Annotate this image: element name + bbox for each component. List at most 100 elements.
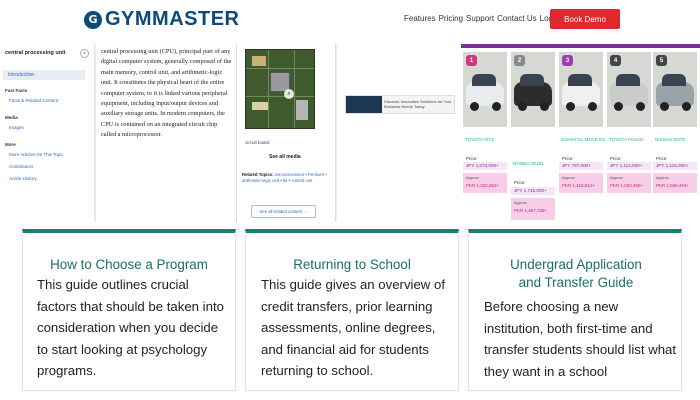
price-label: Price: xyxy=(610,156,622,161)
approx-price: PKR 1,118,614+ xyxy=(562,183,595,188)
car-window xyxy=(568,74,592,86)
ad-panel: Discover Innovative Solutions for Your B… xyxy=(337,44,461,222)
sidebar-item-contributors[interactable]: Contributors xyxy=(9,164,34,169)
listings-top-bar xyxy=(461,44,700,48)
sidebar-heading-media: Media xyxy=(5,115,18,120)
approx-label: Approx xyxy=(610,175,623,180)
rank-badge: 2 xyxy=(514,55,525,66)
board-component xyxy=(252,56,266,66)
approx-label: Approx xyxy=(514,200,527,205)
car-window xyxy=(662,74,686,86)
car-price: JPY 1,115,000+ xyxy=(653,162,697,170)
logo-icon: G xyxy=(84,10,102,29)
sidebar-item-facts[interactable]: Facts & Related Content xyxy=(9,98,58,103)
board-trace xyxy=(246,68,314,69)
zoom-icon[interactable]: ⌕ xyxy=(284,89,294,99)
price-label: Price: xyxy=(466,156,478,161)
logo-text: GYMMASTER xyxy=(105,8,240,30)
card-title[interactable]: How to Choose a Program xyxy=(23,256,235,274)
car-wheel xyxy=(470,102,479,111)
car-window xyxy=(472,74,496,86)
car-price: JPY 1,073,000+ xyxy=(463,162,507,170)
circuit-board-image[interactable]: ⌕ xyxy=(245,49,315,129)
approx-label: Approx xyxy=(466,175,479,180)
board-trace xyxy=(246,96,314,97)
approx-label: Approx xyxy=(656,175,669,180)
rank-badge: 3 xyxy=(562,55,573,66)
book-demo-button[interactable]: Book Demo xyxy=(550,9,620,29)
car-wheel xyxy=(540,102,549,111)
nav-link-features[interactable]: Features xyxy=(404,14,436,23)
approx-box: Approx PKR 1,118,614+ xyxy=(559,173,603,193)
approx-box: Approx PKR 1,565,484+ xyxy=(653,173,697,193)
sidebar-item-more-articles[interactable]: More Articles On This Topic xyxy=(9,152,64,157)
card-title[interactable]: Returning to School xyxy=(246,256,458,274)
sidebar-item-introduction[interactable]: Introduction xyxy=(3,70,85,80)
car-price: JPY 1,114,000+ xyxy=(607,162,651,170)
approx-box: Approx PKR 1,467,728+ xyxy=(511,198,555,220)
nav-link-contact[interactable]: Contact Us xyxy=(497,14,537,23)
car-wheel xyxy=(588,102,597,111)
image-caption: circuit board xyxy=(245,140,270,145)
price-label: Price: xyxy=(562,156,574,161)
car-price: JPY 797,000+ xyxy=(559,162,603,170)
car-wheel xyxy=(518,102,527,111)
approx-price: PKR 1,467,728+ xyxy=(514,208,548,213)
car-window xyxy=(520,74,544,86)
approx-price: PKR 1,563,496+ xyxy=(610,183,644,188)
sidebar-item-images[interactable]: Images xyxy=(9,125,24,130)
close-icon[interactable]: × xyxy=(80,49,89,58)
car-name[interactable]: HONDA VEZEL xyxy=(513,161,545,166)
car-name[interactable]: TOYOTA PASSO xyxy=(609,137,643,142)
guide-card-transfer-guide[interactable]: Undergrad Application and Transfer Guide… xyxy=(468,229,682,391)
related-topics: Related Topics: microprocessor • Pentium… xyxy=(242,172,336,184)
car-wheel xyxy=(660,102,669,111)
article-paragraph: central processing unit (CPU), principal… xyxy=(101,48,232,139)
related-topics-label: Related Topics: xyxy=(242,172,274,177)
article-body: central processing unit (CPU), principal… xyxy=(96,44,236,222)
guide-card-returning-to-school[interactable]: Returning to School This guide gives an … xyxy=(245,229,459,391)
guide-card-choose-program[interactable]: How to Choose a Program This guide outli… xyxy=(22,229,236,391)
ad-text: Discover Innovative Solutions for Your B… xyxy=(384,99,452,109)
ad-image xyxy=(346,96,382,113)
card-description: This guide gives an overview of credit t… xyxy=(261,277,445,378)
board-component xyxy=(252,102,268,110)
car-name[interactable]: TOYOTA VITZ xyxy=(465,137,494,142)
approx-price: PKR 1,332,962+ xyxy=(466,183,500,188)
card-title[interactable]: Undergrad Application and Transfer Guide xyxy=(499,256,653,292)
sidebar-heading-fast-facts: Fast Facts xyxy=(5,88,28,93)
price-label: Price: xyxy=(656,156,668,161)
approx-label: Approx xyxy=(562,175,575,180)
see-all-media-link[interactable]: See all media xyxy=(269,154,301,160)
screenshot-collage: central processing unit × Introduction F… xyxy=(0,44,700,222)
media-panel: ⌕ circuit board See all media Related To… xyxy=(236,44,336,222)
sidebar-heading-more: More xyxy=(5,142,16,147)
article-sidebar: central processing unit × Introduction F… xyxy=(0,44,95,222)
nav-links: Features Pricing Support Contact Us Logi… xyxy=(404,14,559,23)
car-listings: 1 TOYOTA VITZ Price: JPY 1,073,000+ Appr… xyxy=(461,44,700,222)
rank-badge: 1 xyxy=(466,55,477,66)
approx-price: PKR 1,565,484+ xyxy=(656,183,690,188)
approx-box: Approx PKR 1,332,962+ xyxy=(463,173,507,193)
board-trace xyxy=(294,50,295,128)
car-name[interactable]: DAIHATSU MOVE ES xyxy=(561,137,605,142)
car-window xyxy=(616,74,640,86)
top-navbar: G GYMMASTER Features Pricing Support Con… xyxy=(0,0,700,40)
sidebar-item-article-history[interactable]: Article History xyxy=(9,176,37,181)
see-all-related-button[interactable]: See all related content → xyxy=(251,205,316,218)
car-wheel xyxy=(636,102,645,111)
nav-link-support[interactable]: Support xyxy=(466,14,494,23)
ad-banner[interactable]: Discover Innovative Solutions for Your B… xyxy=(345,95,455,114)
board-trace xyxy=(268,50,269,128)
board-component xyxy=(296,100,308,120)
car-price: JPY 1,715,000+ xyxy=(511,187,555,195)
car-wheel xyxy=(614,102,623,111)
nav-link-pricing[interactable]: Pricing xyxy=(439,14,463,23)
approx-box: Approx PKR 1,563,496+ xyxy=(607,173,651,193)
car-name[interactable]: NISSAN NOTE xyxy=(655,137,686,142)
rank-badge: 5 xyxy=(656,55,667,66)
car-wheel xyxy=(682,102,691,111)
car-wheel xyxy=(566,102,575,111)
gymmaster-logo[interactable]: G GYMMASTER xyxy=(84,8,240,31)
car-wheel xyxy=(492,102,501,111)
